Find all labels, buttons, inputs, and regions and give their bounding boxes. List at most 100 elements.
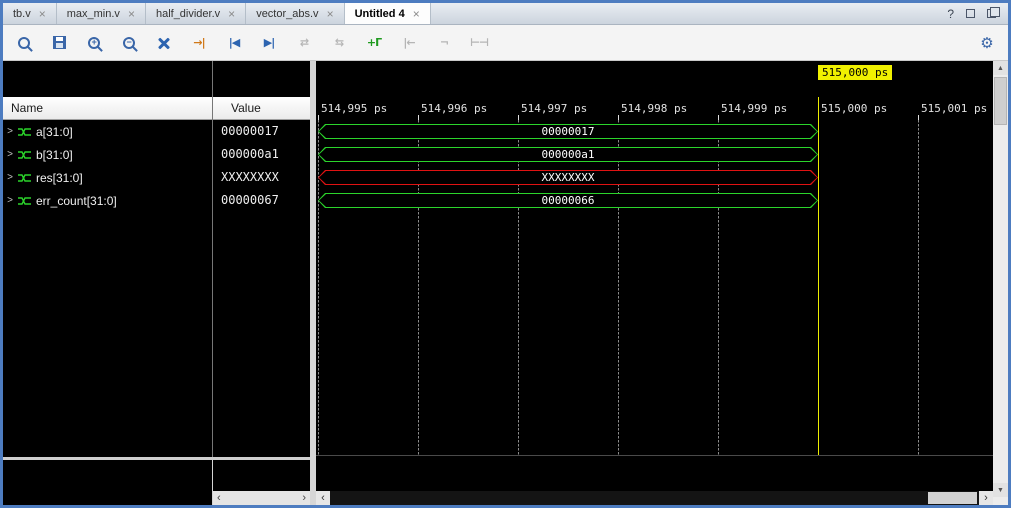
tab-label: tb.v (13, 8, 31, 20)
close-icon[interactable]: × (128, 7, 135, 21)
zoom-in-button[interactable]: + (85, 34, 103, 52)
tab-bar-spacer (431, 3, 936, 24)
scroll-right-icon[interactable]: › (302, 492, 306, 504)
ruler-tick-label: 514,995 ps (321, 102, 387, 115)
value-column-header: Value (231, 101, 261, 115)
value-panel-hscrollbar[interactable]: ‹ › (213, 491, 310, 505)
vscroll-thumb[interactable] (994, 77, 1007, 125)
zoom-out-button[interactable]: − (120, 34, 138, 52)
wave-row-a: 00000017 (316, 120, 993, 143)
next-transition-button[interactable]: ▶| (260, 34, 278, 52)
expand-icon[interactable]: > (3, 172, 17, 183)
tab-half-divider-v[interactable]: half_divider.v × (146, 3, 246, 24)
wave-vscrollbar[interactable]: ▲ ▼ (993, 61, 1008, 505)
signal-name: err_count[31:0] (36, 194, 117, 208)
add-marker-button[interactable]: +Γ (365, 34, 383, 52)
close-icon[interactable]: × (39, 7, 46, 21)
signal-value-panel[interactable]: 00000017 000000a1 XXXXXXXX 00000067 (213, 120, 310, 457)
expand-icon[interactable]: > (3, 126, 17, 137)
cursor-time-badge: 515,000 ps (818, 65, 892, 80)
bus-value-label: 000000a1 (318, 147, 818, 162)
zoom-button[interactable] (15, 34, 33, 52)
bus-value-label: XXXXXXXX (318, 170, 818, 185)
bus-signal-icon (17, 196, 32, 206)
wave-hscrollbar[interactable]: ‹ › (316, 491, 993, 505)
ruler-tick-label: 514,997 ps (521, 102, 587, 115)
scroll-down-icon[interactable]: ▼ (993, 483, 1008, 497)
tab-tb-v[interactable]: tb.v × (3, 3, 57, 24)
zoom-to-cursor-button[interactable]: →| (190, 34, 208, 52)
tab-label: half_divider.v (156, 8, 220, 20)
hscroll-thumb[interactable] (928, 492, 977, 504)
scroll-right-icon[interactable]: › (979, 491, 993, 505)
floppy-icon (53, 36, 66, 49)
scroll-left-icon[interactable]: ‹ (316, 491, 330, 505)
wave-row-res: XXXXXXXX (316, 166, 993, 189)
next-marker-button[interactable]: ¬ (435, 34, 453, 52)
close-icon[interactable]: × (228, 7, 235, 21)
signal-row-b[interactable]: > b[31:0] (3, 143, 212, 166)
add-marker-icon: +Γ (367, 36, 381, 49)
previous-transition-button[interactable]: |◀ (225, 34, 243, 52)
tab-vector-abs-v[interactable]: vector_abs.v × (246, 3, 344, 24)
settings-button[interactable]: ⚙ (978, 34, 996, 52)
ruler-tick-label: 514,999 ps (721, 102, 787, 115)
tab-bar: tb.v × max_min.v × half_divider.v × vect… (3, 3, 1008, 25)
zoom-fit-button[interactable] (155, 34, 173, 52)
ruler-tick-label: 514,996 ps (421, 102, 487, 115)
expand-icon[interactable]: > (3, 149, 17, 160)
tab-label: Untitled 4 (355, 8, 405, 20)
name-panel-top (3, 61, 310, 97)
signal-row-err-count[interactable]: > err_count[31:0] (3, 189, 212, 212)
float-icon[interactable] (966, 9, 975, 18)
previous-marker-button[interactable]: |← (400, 34, 418, 52)
value-panel-bottom (213, 460, 310, 491)
magnifier-icon (18, 37, 30, 49)
swap-cursors-button[interactable]: ⇄ (295, 34, 313, 52)
bus-waveform: XXXXXXXX (318, 170, 818, 185)
name-panel-bottom (3, 460, 212, 505)
name-value-divider[interactable] (212, 61, 213, 457)
signal-name: a[31:0] (36, 125, 73, 139)
value-row: 00000067 (213, 189, 310, 212)
scroll-up-icon[interactable]: ▲ (993, 61, 1008, 75)
value-row: 00000017 (213, 120, 310, 143)
help-icon[interactable]: ? (947, 7, 954, 21)
tab-untitled-4[interactable]: Untitled 4 × (345, 3, 431, 24)
wave-window: Name Value > a[31:0] > b[31:0] > res[31:… (3, 61, 1008, 505)
previous-transition-icon: |◀ (229, 36, 239, 49)
bus-waveform: 00000017 (318, 124, 818, 139)
wave-row-b: 000000a1 (316, 143, 993, 166)
save-button[interactable] (50, 34, 68, 52)
bus-value-label: 00000017 (318, 124, 818, 139)
swap-cursors-icon: ⇄ (300, 36, 308, 49)
time-ruler[interactable]: 514,995 ps 514,996 ps 514,997 ps 514,998… (316, 97, 993, 120)
signal-value: 00000017 (221, 120, 279, 143)
signal-name-panel[interactable]: > a[31:0] > b[31:0] > res[31:0] > err_co… (3, 120, 212, 457)
expand-icon[interactable]: > (3, 195, 17, 206)
signal-value: XXXXXXXX (221, 166, 279, 189)
scroll-left-icon[interactable]: ‹ (217, 492, 221, 504)
bus-signal-icon (17, 127, 32, 137)
zoom-in-icon: + (88, 37, 100, 49)
signal-value: 000000a1 (221, 143, 279, 166)
signal-name: b[31:0] (36, 148, 73, 162)
maximize-icon[interactable] (987, 9, 996, 18)
next-marker-icon: ¬ (440, 36, 448, 49)
close-icon[interactable]: × (413, 7, 420, 21)
signal-row-res[interactable]: > res[31:0] (3, 166, 212, 189)
tab-max-min-v[interactable]: max_min.v × (57, 3, 146, 24)
tab-label: max_min.v (67, 8, 120, 20)
bus-waveform: 00000066 (318, 193, 818, 208)
close-icon[interactable]: × (327, 7, 334, 21)
bus-signal-icon (17, 173, 32, 183)
snap-to-transition-button[interactable]: ⇆ (330, 34, 348, 52)
wave-toolbar: + − →| |◀ ▶| ⇄ ⇆ +Γ |← ¬ (3, 25, 1008, 61)
ruler-tick-label: 514,998 ps (621, 102, 687, 115)
waveform-canvas[interactable]: 515,000 ps 514,995 ps 514,996 ps 514,997… (316, 61, 993, 505)
wave-row-err-count: 00000066 (316, 189, 993, 212)
simulation-window: tb.v × max_min.v × half_divider.v × vect… (0, 0, 1011, 508)
signal-row-a[interactable]: > a[31:0] (3, 120, 212, 143)
fit-between-markers-button[interactable]: ⊢⊣ (470, 34, 488, 52)
time-cursor[interactable] (818, 97, 819, 455)
